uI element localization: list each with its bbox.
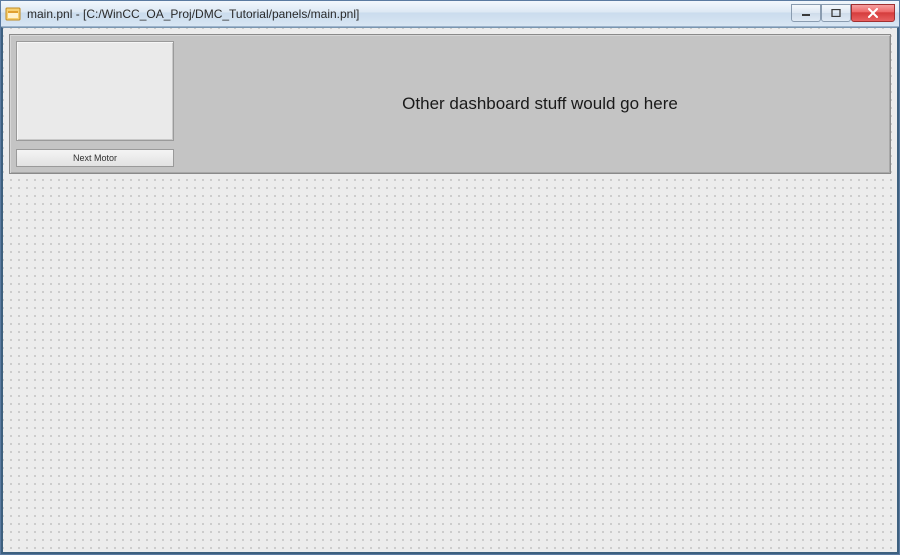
dashboard-placeholder-text: Other dashboard stuff would go here [200, 35, 880, 173]
next-motor-button[interactable]: Next Motor [16, 149, 174, 167]
next-motor-label: Next Motor [73, 153, 117, 163]
window-title: main.pnl - [C:/WinCC_OA_Proj/DMC_Tutoria… [27, 7, 791, 21]
titlebar[interactable]: main.pnl - [C:/WinCC_OA_Proj/DMC_Tutoria… [1, 1, 899, 27]
application-window: main.pnl - [C:/WinCC_OA_Proj/DMC_Tutoria… [0, 0, 900, 555]
close-button[interactable] [851, 4, 895, 22]
motor-preview-box [16, 41, 174, 141]
maximize-button[interactable] [821, 4, 851, 22]
dashboard-panel: Next Motor Other dashboard stuff would g… [9, 34, 891, 174]
client-area: Next Motor Other dashboard stuff would g… [1, 27, 899, 554]
minimize-button[interactable] [791, 4, 821, 22]
app-icon [5, 6, 21, 22]
window-controls [791, 5, 895, 22]
